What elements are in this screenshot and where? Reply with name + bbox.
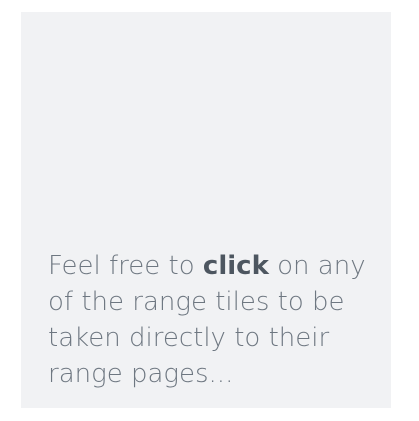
instruction-text-start: Feel free to xyxy=(48,251,203,281)
range-tiles-info-panel: Feel free to click on any of the range t… xyxy=(21,12,391,408)
instruction-text-emphasis: click xyxy=(202,251,269,281)
range-tiles-instruction-text: Feel free to click on any of the range t… xyxy=(48,248,380,392)
